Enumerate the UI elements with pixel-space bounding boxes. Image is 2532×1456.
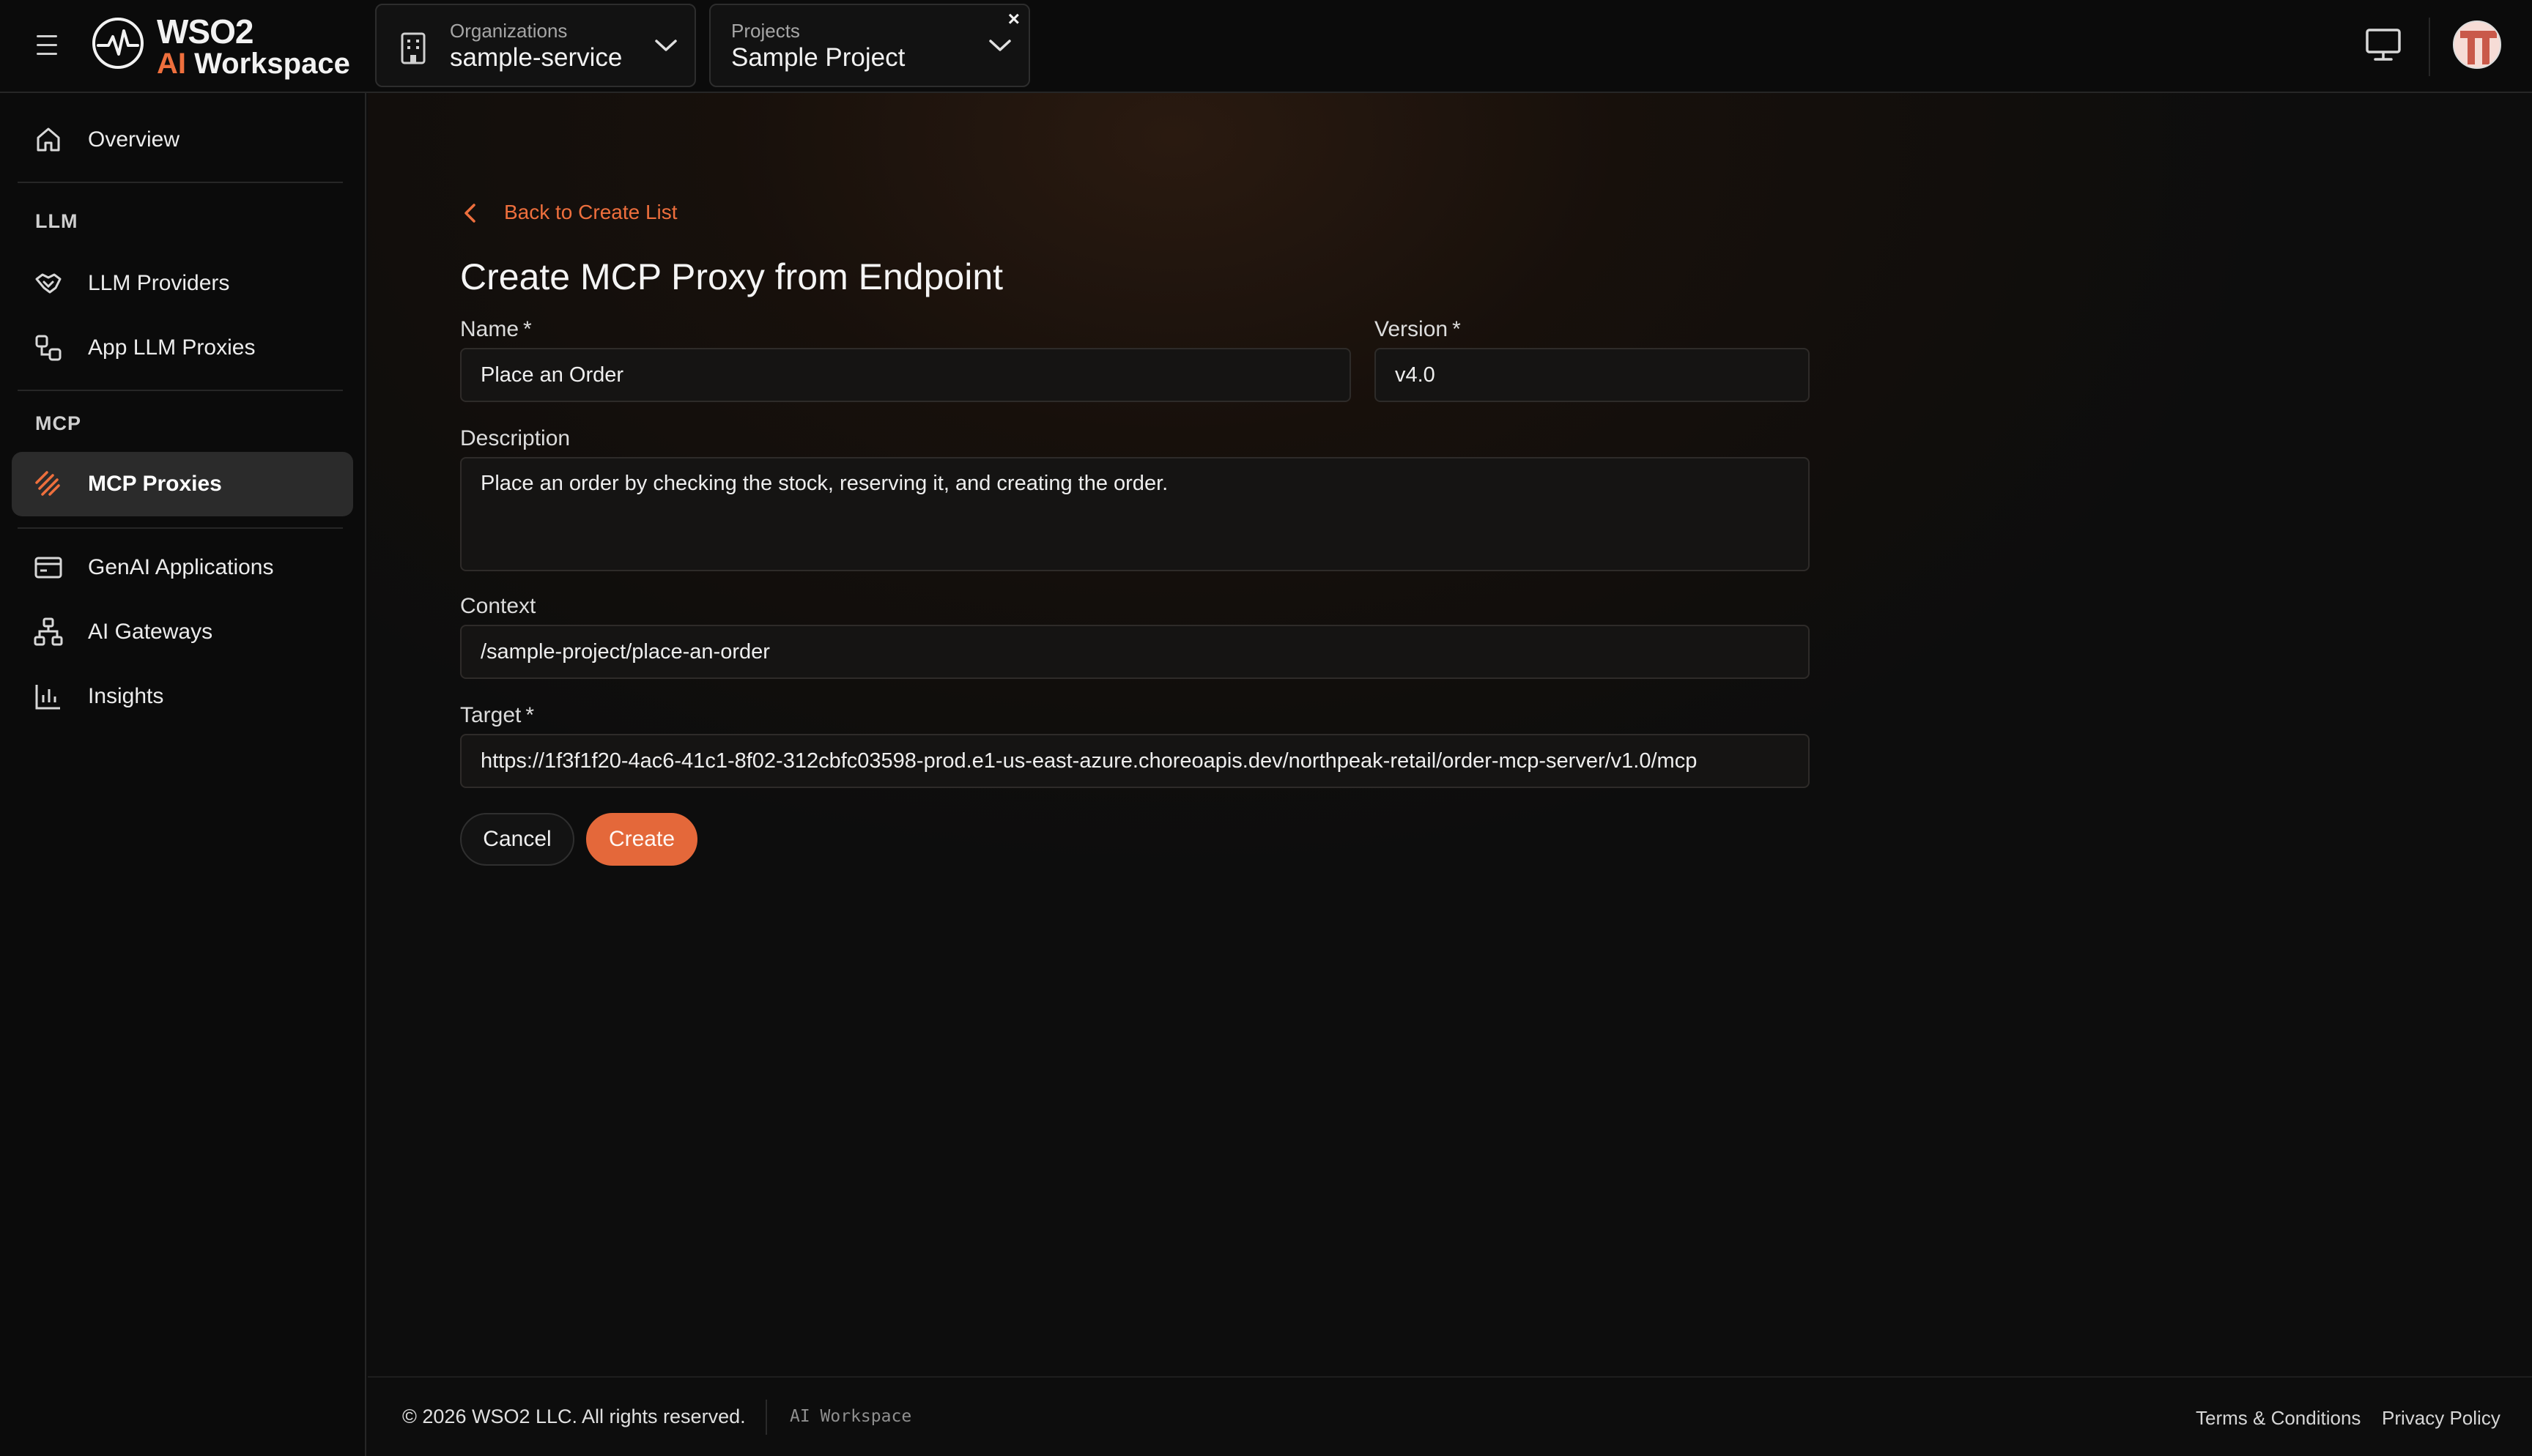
footer-divider	[766, 1400, 767, 1435]
sidebar: Overview LLM LLM Providers App LLM Proxi…	[0, 93, 366, 1456]
privacy-link[interactable]: Privacy Policy	[2382, 1407, 2500, 1430]
name-label: Name *	[460, 317, 532, 342]
context-field[interactable]: /sample-project/place-an-order	[460, 625, 1810, 679]
sidebar-section-mcp: MCP	[35, 412, 81, 434]
target-label-text: Target	[460, 703, 522, 727]
organization-label: Organizations	[450, 20, 568, 42]
sidebar-item-label: LLM Providers	[88, 271, 230, 295]
sidebar-item-label: Insights	[88, 684, 164, 708]
handshake-icon	[35, 273, 62, 294]
chevron-left-icon	[464, 204, 475, 223]
create-button[interactable]: Create	[586, 813, 697, 866]
main-content: Back to Create List Create MCP Proxy fro…	[368, 93, 2532, 1376]
browser-window-icon	[34, 557, 62, 579]
top-bar: WSO2 AI Workspace Organizations sample-s…	[0, 0, 2532, 93]
brand-name: WSO2	[157, 12, 253, 51]
chevron-down-icon	[655, 40, 677, 51]
user-avatar[interactable]	[2453, 21, 2501, 69]
organization-selector[interactable]: Organizations sample-service	[375, 4, 696, 87]
project-selector[interactable]: Projects Sample Project ×	[709, 4, 1030, 87]
target-url-field[interactable]: https://1f3f1f20-4ac6-41c1-8f02-312cbfc0…	[460, 734, 1810, 788]
project-label: Projects	[731, 20, 800, 42]
name-label-text: Name	[460, 317, 519, 341]
version-field[interactable]: v4.0	[1374, 348, 1810, 402]
terms-link[interactable]: Terms & Conditions	[2196, 1407, 2361, 1430]
description-label: Description	[460, 426, 571, 450]
version-label: Version *	[1374, 317, 1461, 342]
pulse-logo-icon	[92, 18, 144, 69]
chevron-down-icon	[989, 40, 1011, 51]
sidebar-item-label: MCP Proxies	[88, 472, 222, 496]
copyright-text: © 2026 WSO2 LLC. All rights reserved.	[402, 1405, 746, 1427]
brand-logo[interactable]: WSO2 AI Workspace	[91, 12, 355, 81]
sidebar-item-overview[interactable]: Overview	[12, 108, 353, 172]
sidebar-section-llm: LLM	[35, 210, 78, 232]
back-link-label: Back to Create List	[504, 201, 678, 223]
cancel-button[interactable]: Cancel	[460, 813, 574, 866]
home-icon	[37, 127, 60, 152]
brand-sub-prefix: AI	[157, 48, 186, 80]
connected-nodes-icon	[35, 335, 62, 361]
brand-sub-rest: Workspace	[186, 48, 350, 80]
sidebar-item-insights[interactable]: Insights	[12, 664, 353, 729]
sidebar-item-llm-providers[interactable]: LLM Providers	[12, 251, 353, 316]
footer-brand: AI Workspace	[790, 1407, 912, 1426]
brand-subtitle: AI Workspace	[157, 47, 350, 81]
sidebar-item-label: App LLM Proxies	[88, 335, 256, 360]
sidebar-item-mcp-proxies[interactable]: MCP Proxies	[12, 452, 353, 516]
mcp-icon	[35, 471, 60, 496]
sidebar-item-app-llm-proxies[interactable]: App LLM Proxies	[12, 316, 353, 380]
monitor-icon[interactable]	[2365, 28, 2402, 62]
building-icon	[401, 32, 426, 64]
version-label-text: Version	[1374, 317, 1448, 341]
bar-chart-icon	[35, 685, 60, 710]
sidebar-divider	[18, 527, 343, 529]
required-mark: *	[525, 703, 535, 727]
app-root: WSO2 AI Workspace Organizations sample-s…	[0, 0, 2532, 1456]
description-textarea[interactable]: Place an order by checking the stock, re…	[460, 457, 1810, 571]
organization-value: sample-service	[450, 43, 623, 72]
sidebar-item-label: Overview	[88, 127, 180, 152]
page-title: Create MCP Proxy from Endpoint	[460, 256, 1004, 297]
avatar-pattern-icon	[2454, 22, 2500, 67]
sidebar-divider	[18, 182, 343, 183]
header-divider	[2429, 18, 2430, 76]
name-field[interactable]: Place an Order	[460, 348, 1351, 402]
sidebar-item-label: GenAI Applications	[88, 555, 274, 579]
required-mark: *	[1452, 317, 1461, 341]
clear-project-close-icon[interactable]: ×	[1008, 8, 1020, 30]
footer: © 2026 WSO2 LLC. All rights reserved. AI…	[368, 1376, 2532, 1456]
project-value: Sample Project	[731, 43, 906, 72]
sidebar-divider	[18, 390, 343, 391]
hamburger-menu-icon[interactable]	[32, 29, 62, 62]
network-tree-icon	[34, 617, 63, 646]
sidebar-item-ai-gateways[interactable]: AI Gateways	[12, 600, 353, 664]
sidebar-item-label: AI Gateways	[88, 620, 213, 644]
context-label: Context	[460, 594, 536, 618]
target-label: Target *	[460, 703, 534, 728]
required-mark: *	[523, 317, 532, 341]
sidebar-item-genai-applications[interactable]: GenAI Applications	[12, 535, 353, 600]
